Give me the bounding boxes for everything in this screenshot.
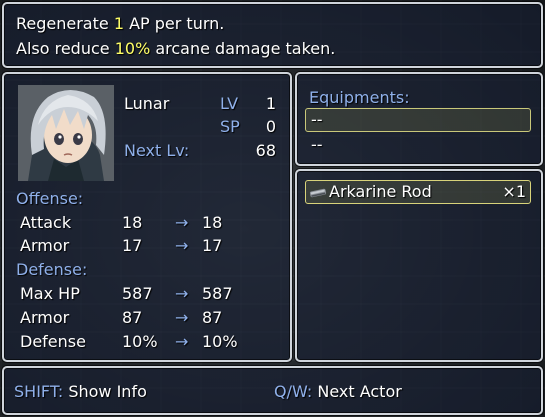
stat-label: Attack xyxy=(20,213,72,232)
ap-value: 1 xyxy=(113,14,124,33)
key-hints-window: SHIFT: Show Info Q/W: Next Actor xyxy=(2,366,543,415)
defense-header: Defense: xyxy=(16,260,88,279)
arrow-icon: → xyxy=(175,236,189,255)
stat-current: 18 xyxy=(122,213,143,232)
stat-label: Max HP xyxy=(20,284,80,303)
shift-hint: SHIFT: Show Info xyxy=(14,382,147,402)
arrow-icon: → xyxy=(175,308,189,327)
next-actor-hint: Q/W: Next Actor xyxy=(274,382,402,402)
offense-header: Offense: xyxy=(16,189,84,208)
next-lv-value: 68 xyxy=(255,141,276,160)
item-name: Arkarine Rod xyxy=(329,182,432,201)
stat-new: 587 xyxy=(202,284,233,303)
item-list-window: Arkarine Rod ×1 xyxy=(295,169,543,362)
arrow-icon: → xyxy=(175,284,189,303)
stat-new: 87 xyxy=(202,308,223,327)
next-lv-label: Next Lv: xyxy=(124,141,190,160)
actor-status-window: Lunar LV 1 SP 0 Next Lv: 68 Offense: Att… xyxy=(2,72,292,362)
arrow-icon: → xyxy=(175,213,189,232)
stat-current: 87 xyxy=(122,308,143,327)
lv-label: LV xyxy=(220,94,239,113)
stat-new: 17 xyxy=(202,236,223,255)
stat-new: 10% xyxy=(202,332,238,351)
help-window: Regenerate 1 AP per turn. Also reduce 10… xyxy=(2,2,543,68)
qw-key: Q/W: xyxy=(274,382,313,401)
rod-icon xyxy=(309,185,327,199)
item-count: ×1 xyxy=(502,182,526,201)
stat-label: Armor xyxy=(20,236,70,255)
stat-new: 18 xyxy=(202,213,223,232)
shift-action: Show Info xyxy=(63,382,147,401)
stat-current: 587 xyxy=(122,284,153,303)
equip-slot-label: -- xyxy=(311,110,323,129)
item-row[interactable]: Arkarine Rod ×1 xyxy=(305,180,531,204)
help-line-2: Also reduce 10% arcane damage taken. xyxy=(16,39,336,58)
stat-current: 10% xyxy=(122,332,158,351)
actor-name: Lunar xyxy=(124,94,170,113)
help-line-1: Regenerate 1 AP per turn. xyxy=(16,14,225,33)
sp-value: 0 xyxy=(265,117,276,136)
equipment-slots-window: Equipments: -- -- xyxy=(295,72,543,166)
sp-label: SP xyxy=(220,117,240,136)
stat-current: 17 xyxy=(122,236,143,255)
equip-slot-1[interactable]: -- xyxy=(305,108,531,132)
shift-key: SHIFT: xyxy=(14,382,64,401)
actor-portrait xyxy=(18,85,114,181)
lv-value: 1 xyxy=(265,94,276,113)
equip-slot-2[interactable]: -- xyxy=(311,135,323,155)
reduction-value: 10% xyxy=(114,39,151,58)
stat-label: Armor xyxy=(20,308,70,327)
qw-action: Next Actor xyxy=(312,382,402,401)
stat-label: Defense xyxy=(20,332,86,351)
arrow-icon: → xyxy=(175,332,189,351)
equipments-header: Equipments: xyxy=(309,88,410,107)
